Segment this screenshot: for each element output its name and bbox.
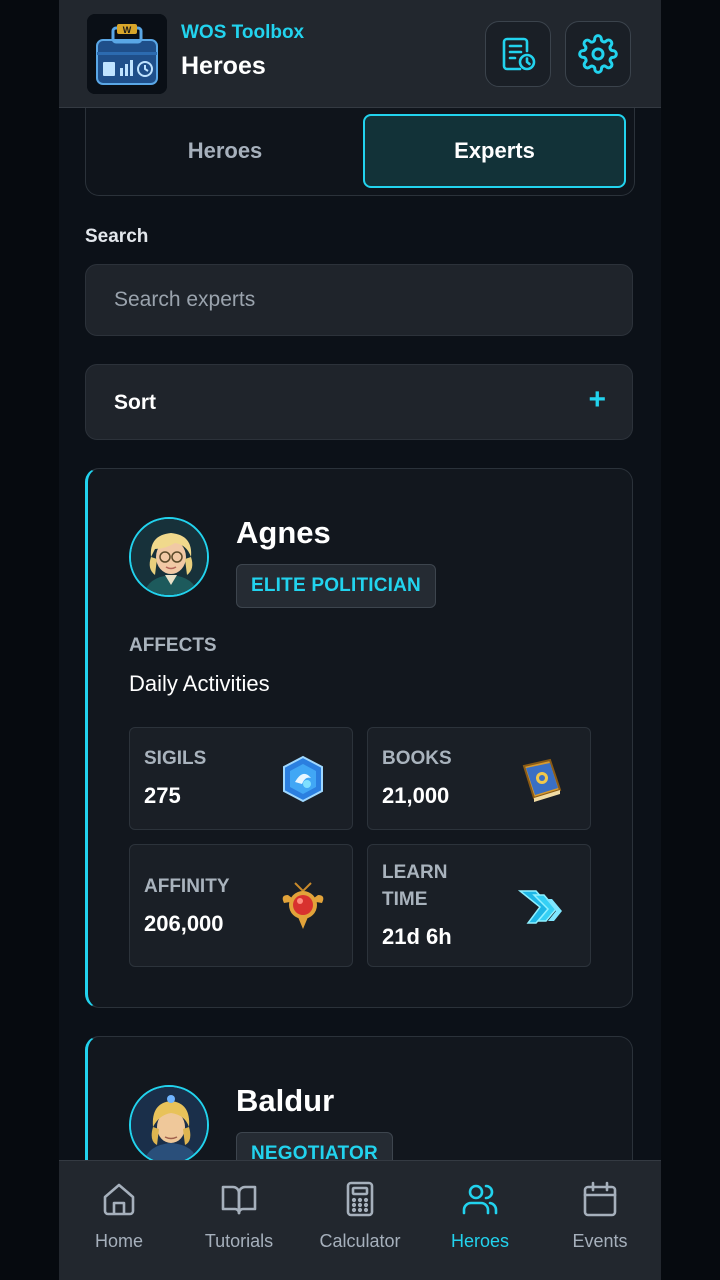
stat-label-line: TIME xyxy=(382,889,428,910)
expert-name: Baldur xyxy=(236,1083,335,1118)
expert-name: Agnes xyxy=(236,515,331,550)
page-title: Heroes xyxy=(181,52,266,80)
stat-sigils: SIGILS 275 xyxy=(129,727,353,830)
stat-affinity: AFFINITY 206,000 xyxy=(129,844,353,967)
stat-value: 21,000 xyxy=(382,783,450,808)
nav-label: Calculator xyxy=(319,1231,401,1251)
book-open-icon xyxy=(221,1185,257,1215)
hero-type-tabs: Heroes Experts xyxy=(85,108,635,196)
stat-value: 275 xyxy=(144,783,181,808)
document-clock-icon xyxy=(502,37,536,71)
stat-books: BOOKS 21,000 xyxy=(367,727,591,830)
changelog-button[interactable] xyxy=(485,21,551,87)
nav-label: Events xyxy=(572,1231,628,1251)
nav-label: Tutorials xyxy=(204,1231,274,1251)
stat-label: BOOKS xyxy=(382,748,452,769)
nav-label: Heroes xyxy=(450,1231,510,1251)
app-name: WOS Toolbox xyxy=(181,22,305,43)
sigil-icon xyxy=(283,755,323,803)
nav-events[interactable]: Events xyxy=(540,1179,660,1269)
app-logo: W xyxy=(87,14,167,94)
expert-avatar xyxy=(129,517,209,597)
nav-label: Home xyxy=(94,1231,143,1251)
search-input[interactable] xyxy=(86,265,632,335)
plus-icon: + xyxy=(588,383,606,416)
nav-tutorials[interactable]: Tutorials xyxy=(179,1179,299,1269)
stat-learn-time: LEARN TIME 21d 6h xyxy=(367,844,591,967)
expert-role-badge: ELITE POLITICIAN xyxy=(236,564,436,608)
affinity-medal-icon xyxy=(282,882,324,929)
expert-avatar xyxy=(129,1085,209,1165)
tab-experts[interactable]: Experts xyxy=(363,114,626,188)
gear-icon xyxy=(578,34,618,74)
calendar-icon xyxy=(583,1181,617,1217)
stat-value: 206,000 xyxy=(144,911,224,936)
search-box xyxy=(85,264,633,336)
users-icon xyxy=(462,1184,498,1215)
sort-label: Sort xyxy=(114,391,156,414)
tab-heroes[interactable]: Heroes xyxy=(94,114,356,188)
nav-calculator[interactable]: Calculator xyxy=(300,1179,420,1269)
bottom-navigation: Home Tutorials Calculator Heroes Events xyxy=(59,1160,661,1280)
svg-text:W: W xyxy=(123,25,132,35)
stat-label: LEARN TIME xyxy=(382,859,447,913)
app-header: W WOS Toolbox Heroes xyxy=(59,0,661,108)
search-label: Search xyxy=(85,226,149,247)
settings-button[interactable] xyxy=(565,21,631,87)
affects-value: Daily Activities xyxy=(129,671,270,696)
calculator-icon xyxy=(346,1181,374,1217)
home-icon xyxy=(103,1183,135,1216)
nav-home[interactable]: Home xyxy=(59,1179,179,1269)
stat-label: SIGILS xyxy=(144,748,207,769)
stat-label: AFFINITY xyxy=(144,876,230,897)
affects-label: AFFECTS xyxy=(129,635,217,656)
stat-label-line: LEARN xyxy=(382,862,448,883)
book-icon xyxy=(522,758,562,802)
sort-toggle[interactable]: Sort + xyxy=(85,364,633,440)
nav-heroes[interactable]: Heroes xyxy=(420,1179,540,1269)
stat-value: 21d 6h xyxy=(382,924,452,949)
app-screen: W WOS Toolbox Heroes Heroes Experts Sear… xyxy=(59,0,661,1280)
expert-card[interactable]: Agnes ELITE POLITICIAN AFFECTS Daily Act… xyxy=(85,468,633,1008)
learn-time-arrows-icon xyxy=(517,890,562,924)
